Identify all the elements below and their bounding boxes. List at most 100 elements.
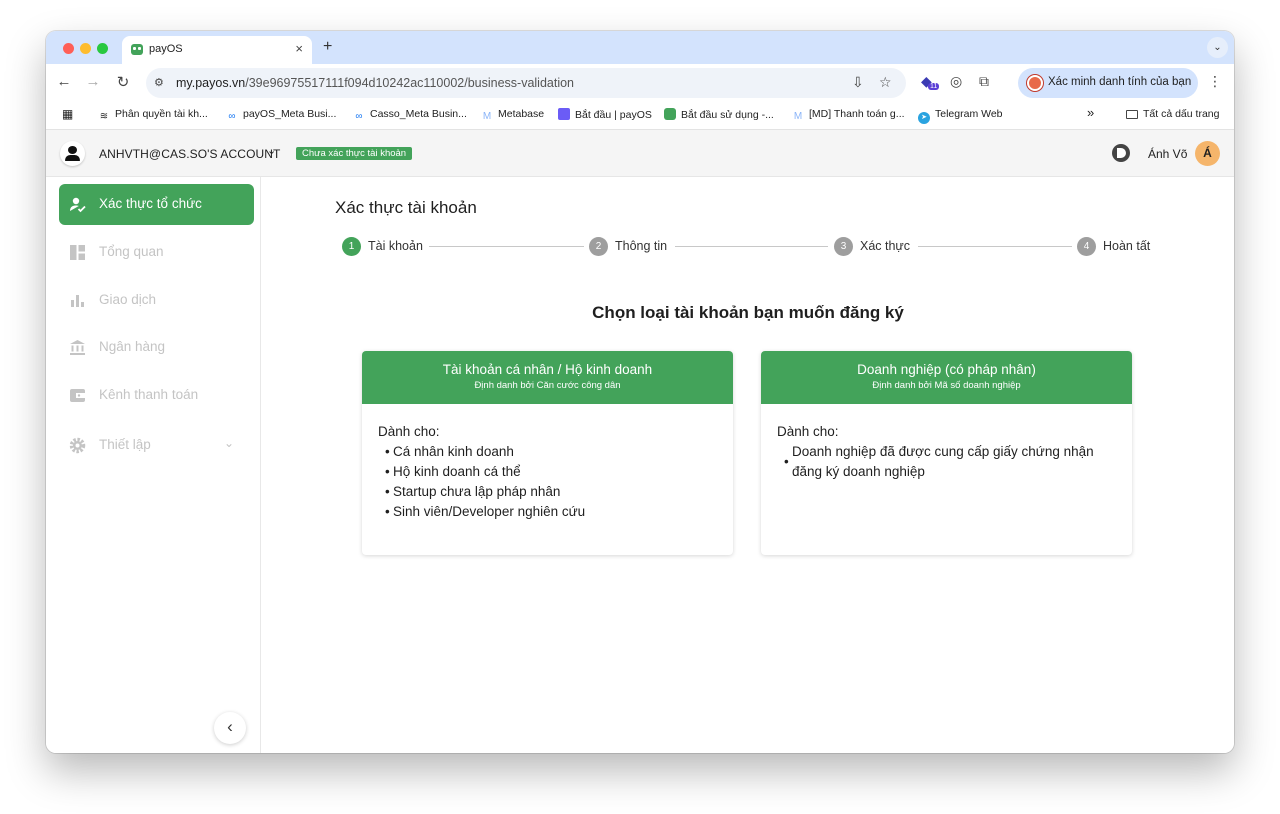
meta-icon: ∞ — [355, 111, 363, 122]
card-for-label: Dành cho: — [777, 424, 839, 439]
bookmark-item[interactable]: ∞ payOS_Meta Busi... — [226, 108, 336, 123]
sidebar-item-transactions[interactable]: Giao dịch — [59, 280, 254, 321]
meta-icon: ∞ — [228, 111, 236, 122]
tab-close-icon[interactable]: × — [295, 41, 303, 56]
window-close-button[interactable] — [63, 43, 74, 54]
step-connector — [675, 246, 828, 247]
site-info-icon[interactable]: ⚙ — [154, 76, 164, 89]
all-bookmarks-item[interactable]: Tất cả dấu trang — [1126, 108, 1219, 120]
bookmark-item[interactable]: ≋ Phân quyền tài kh... — [98, 108, 208, 123]
card-title: Tài khoản cá nhân / Hộ kinh doanh — [442, 362, 653, 377]
verify-user-icon — [70, 197, 86, 213]
card-subtitle: Định danh bởi Căn cước công dân — [474, 380, 621, 391]
bookmarks-bar: ▦ ≋ Phân quyền tài kh... ∞ payOS_Meta Busi… — [46, 102, 1234, 130]
step-connector — [918, 246, 1072, 247]
bookmark-item[interactable]: Bắt đầu sử dụng -... — [664, 108, 774, 121]
step-label: Thông tin — [615, 239, 668, 253]
list-item: Sinh viên/Developer nghiên cứu — [378, 502, 733, 522]
step-number: 4 — [1077, 237, 1096, 256]
tab-search-chevron-icon[interactable]: ⌄ — [1207, 37, 1228, 58]
extension-badge-count: 11 — [928, 83, 940, 90]
list-item: Startup chưa lập pháp nhân — [378, 482, 733, 502]
account-icon[interactable] — [60, 141, 85, 166]
bookmark-item[interactable]: M [MD] Thanh toán g... — [792, 108, 905, 123]
window-maximize-button[interactable] — [97, 43, 108, 54]
user-name[interactable]: Ánh Võ — [1148, 147, 1187, 161]
more-bookmarks-icon[interactable]: » — [1087, 105, 1094, 120]
sidebar-item-verify-organization[interactable]: Xác thực tổ chức — [59, 184, 254, 225]
card-list: Cá nhân kinh doanh Hộ kinh doanh cá thể … — [378, 442, 733, 522]
sidebar-item-label: Thiết lập — [99, 437, 151, 452]
apps-grid-icon[interactable]: ▦ — [62, 107, 73, 121]
bookmark-item[interactable]: ➤ Telegram Web — [918, 108, 1003, 124]
card-body: Dành cho: Doanh nghiệp đã được cung cấp … — [761, 404, 1132, 482]
list-item: Hộ kinh doanh cá thể — [378, 462, 733, 482]
gmail-icon: M — [482, 111, 492, 122]
sidebar-item-payment-channels[interactable]: Kênh thanh toán — [59, 375, 254, 416]
step-label: Xác thực — [860, 239, 911, 253]
step-number: 2 — [589, 237, 608, 256]
url-text[interactable]: my.payos.vn/39e96975517111f094d10242ac11… — [176, 76, 574, 90]
bookmark-item[interactable]: Bắt đầu | payOS — [558, 108, 652, 121]
list-item: Cá nhân kinh doanh — [378, 442, 733, 462]
bookmark-star-icon[interactable]: ☆ — [879, 74, 892, 91]
window-minimize-button[interactable] — [80, 43, 91, 54]
chevron-down-icon[interactable]: ⌄ — [267, 144, 276, 157]
back-arrow-icon[interactable]: ← — [54, 73, 74, 90]
square-icon — [558, 108, 570, 120]
collapse-sidebar-button[interactable]: ‹ — [214, 712, 246, 744]
wallet-icon — [70, 389, 85, 402]
install-app-icon[interactable]: ⇩ — [852, 74, 864, 91]
bank-icon — [70, 340, 85, 355]
account-name[interactable]: ANHVTH@CAS.SO'S ACCOUNT — [99, 147, 280, 161]
url-path: /39e96975517111f094d10242ac110002/busine… — [245, 76, 575, 90]
reload-icon[interactable]: ↻ — [113, 73, 133, 91]
card-subtitle: Định danh bởi Mã số doanh nghiệp — [872, 380, 1021, 391]
sidebar: Xác thực tổ chức Tổng quan Giao dịch Ngâ… — [46, 177, 261, 753]
card-list: Doanh nghiệp đã được cung cấp giấy chứng… — [777, 442, 1132, 482]
tab-strip: payOS × + ⌄ — [46, 31, 1234, 64]
browser-toolbar: ← → ↻ ⚙ my.payos.vn/39e96975517111f094d1… — [46, 64, 1234, 102]
card-for-label: Dành cho: — [378, 424, 440, 439]
sidebar-item-label: Ngân hàng — [99, 339, 166, 354]
theme-toggle-icon[interactable] — [1112, 144, 1130, 162]
bookmark-item[interactable]: ∞ Casso_Meta Busin... — [353, 108, 466, 123]
card-body: Dành cho: Cá nhân kinh doanh Hộ kinh doa… — [362, 404, 733, 522]
folder-icon — [1126, 110, 1138, 119]
card-header: Doanh nghiệp (có pháp nhân) Định danh bở… — [761, 351, 1132, 404]
dashboard-icon — [70, 245, 85, 260]
address-bar[interactable]: ⚙ my.payos.vn/39e96975517111f094d10242ac… — [146, 68, 906, 98]
new-tab-button[interactable]: + — [323, 38, 332, 56]
app-header: ANHVTH@CAS.SO'S ACCOUNT ⌄ Chưa xác thực … — [46, 130, 1234, 177]
browser-menu-icon[interactable]: ⋮ — [1208, 73, 1222, 90]
card-title: Doanh nghiệp (có pháp nhân) — [857, 362, 1036, 377]
url-host: my.payos.vn — [176, 76, 246, 90]
avatar[interactable]: Á — [1195, 141, 1220, 166]
business-account-card[interactable]: Doanh nghiệp (có pháp nhân) Định danh bở… — [761, 351, 1132, 555]
profile-button[interactable]: Xác minh danh tính của bạn — [1018, 68, 1198, 98]
step-number: 3 — [834, 237, 853, 256]
sidebar-item-settings[interactable]: Thiết lập ⌄ — [59, 425, 254, 466]
browser-tab[interactable]: payOS × — [122, 36, 312, 64]
payos-icon — [664, 108, 676, 120]
chevron-down-icon[interactable]: ⌄ — [224, 436, 234, 450]
extension-icon[interactable]: ◎ — [950, 73, 962, 90]
bookmark-item[interactable]: M Metabase — [481, 108, 544, 123]
step-label: Hoàn tất — [1103, 239, 1151, 253]
status-badge: Chưa xác thực tài khoản — [296, 147, 413, 160]
sidebar-item-bank[interactable]: Ngân hàng — [59, 327, 254, 368]
page-title: Xác thực tài khoản — [335, 198, 477, 217]
payos-favicon-icon — [131, 44, 143, 55]
telegram-icon: ➤ — [918, 112, 930, 124]
tab-title: payOS — [149, 43, 183, 55]
sidebar-item-label: Kênh thanh toán — [99, 387, 199, 402]
chevron-left-icon: ‹ — [227, 717, 233, 736]
forward-arrow-icon[interactable]: → — [83, 73, 103, 90]
browser-window: payOS × + ⌄ ← → ↻ ⚙ my.payos.vn/39e96975… — [46, 31, 1234, 753]
individual-account-card[interactable]: Tài khoản cá nhân / Hộ kinh doanh Định d… — [362, 351, 733, 555]
sidebar-item-overview[interactable]: Tổng quan — [59, 232, 254, 273]
step-connector — [429, 246, 584, 247]
main-content: Xác thực tài khoản 1 Tài khoản 2 Thông t… — [262, 177, 1234, 753]
puzzle-icon[interactable]: ⧉ — [979, 73, 989, 90]
card-header: Tài khoản cá nhân / Hộ kinh doanh Định d… — [362, 351, 733, 404]
